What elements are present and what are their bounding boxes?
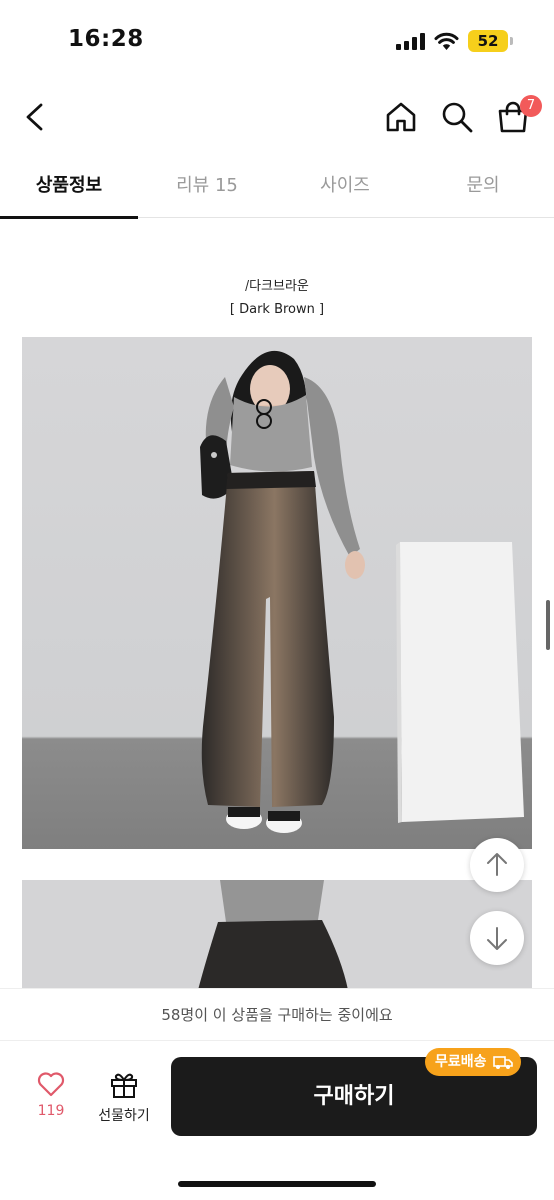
free-shipping-label: 무료배송 [435, 1054, 487, 1070]
gift-button[interactable]: 선물하기 [90, 1071, 158, 1125]
gift-icon [111, 1073, 137, 1098]
product-tabs: 상품정보 리뷰 15 사이즈 문의 [0, 158, 554, 219]
back-arrow-icon[interactable] [16, 98, 54, 136]
arrow-down-icon [487, 927, 507, 950]
purchase-activity-notice: 58명이 이 상품을 구매하는 중이에요 [0, 988, 554, 1040]
cellular-signal-icon [396, 33, 428, 50]
truck-icon [492, 1056, 513, 1069]
search-icon[interactable] [438, 98, 476, 136]
home-icon[interactable] [382, 98, 420, 136]
free-shipping-badge: 무료배송 [425, 1048, 521, 1076]
top-navigation [0, 80, 554, 158]
like-count: 119 [37, 1103, 65, 1119]
scroll-up-button[interactable] [470, 838, 524, 892]
product-photo [22, 337, 532, 849]
product-detail-page: 16:28 52 7 상품정보 리뷰 15 사이즈 문의 /다크브라운 [Da… [0, 0, 554, 1200]
arrow-up-icon [487, 853, 507, 876]
tab-product-info[interactable]: 상품정보 [0, 158, 138, 219]
battery-indicator: 52 [468, 30, 513, 52]
heart-icon [37, 1072, 65, 1097]
status-time: 16:28 [68, 26, 144, 52]
gift-label: 선물하기 [98, 1108, 150, 1124]
scroll-down-button[interactable] [470, 911, 524, 965]
cart-count-badge: 7 [520, 95, 542, 117]
color-name-korean: /다크브라운 [245, 279, 309, 294]
status-bar: 16:28 52 [0, 0, 554, 80]
model-illustration [200, 350, 524, 833]
wifi-icon [434, 32, 459, 50]
tab-size[interactable]: 사이즈 [276, 158, 414, 218]
like-button[interactable]: 119 [26, 1071, 76, 1119]
product-photo-2 [22, 880, 532, 990]
scroll-indicator[interactable] [546, 600, 550, 650]
tab-reviews[interactable]: 리뷰 15 [138, 158, 276, 218]
tab-inquiry[interactable]: 문의 [414, 158, 552, 218]
home-indicator [178, 1181, 376, 1187]
color-name-english: [ Dark Brown ] [229, 302, 325, 317]
